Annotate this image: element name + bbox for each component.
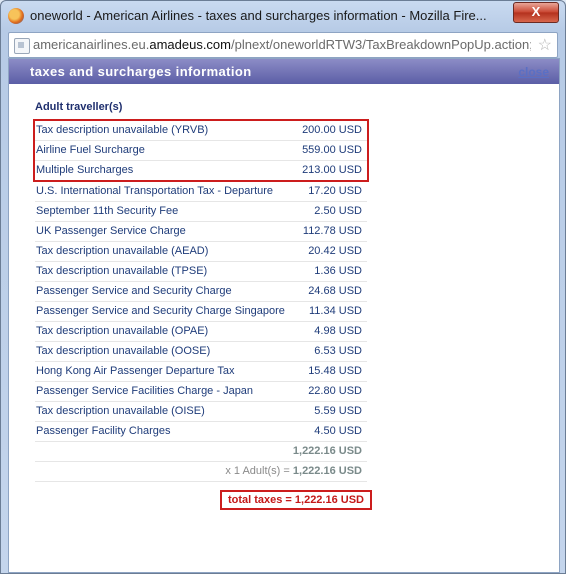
popup-title: taxes and surcharges information [30, 64, 252, 79]
firefox-icon [8, 8, 24, 24]
tax-amount: 112.78 USD [302, 225, 362, 237]
tax-row: Tax description unavailable (AEAD) 20.42 … [35, 242, 367, 262]
tax-label: Tax description unavailable (AEAD) [36, 245, 209, 257]
per-adult-amount: x 1 Adult(s) = 1,222.16 USD [225, 465, 362, 477]
per-adult-row: x 1 Adult(s) = 1,222.16 USD [35, 462, 367, 482]
tax-label: Hong Kong Air Passenger Departure Tax [36, 365, 235, 377]
bookmark-star-icon[interactable]: ☆ [538, 35, 552, 55]
total-row: total taxes = 1,222.16 USD [35, 490, 372, 516]
tax-amount: 2.50 USD [314, 205, 362, 217]
tax-row: Multiple Surcharges 213.00 USD [35, 161, 367, 180]
tax-label: Multiple Surcharges [36, 164, 134, 176]
address-bar[interactable]: americanairlines.eu.amadeus.com/plnext/o… [8, 32, 558, 58]
tax-row: Passenger Service Facilities Charge - Ja… [35, 382, 367, 402]
tax-row: U.S. International Transportation Tax - … [35, 182, 367, 202]
tax-row: September 11th Security Fee 2.50 USD [35, 202, 367, 222]
tax-label: Tax description unavailable (YRVB) [36, 124, 209, 136]
total-taxes: total taxes = 1,222.16 USD [219, 490, 372, 510]
tax-label: Airline Fuel Surcharge [36, 144, 145, 156]
tax-row: Hong Kong Air Passenger Departure Tax 15.… [35, 362, 367, 382]
popup-header: taxes and surcharges information close [9, 59, 559, 84]
tax-label: Passenger Service Facilities Charge - Ja… [36, 385, 254, 397]
tax-label: Tax description unavailable (OPAE) [36, 325, 209, 337]
site-identity-icon[interactable] [14, 38, 30, 54]
page-content: taxes and surcharges information close A… [8, 58, 560, 573]
window-close-button[interactable]: X [513, 2, 559, 23]
tax-row: Passenger Service and Security Charge Si… [35, 302, 367, 322]
tax-amount: 213.00 USD [302, 164, 362, 176]
tax-amount: 559.00 USD [302, 144, 362, 156]
tax-row: Passenger Service and Security Charge 24.… [35, 282, 367, 302]
subtotal-amount: 1,222.16 USD [292, 445, 362, 457]
tax-amount: 11.34 USD [309, 305, 362, 317]
tax-rows: U.S. International Transportation Tax - … [35, 182, 367, 442]
tax-row: Passenger Facility Charges 4.50 USD [35, 422, 367, 442]
section-title: Adult traveller(s) [35, 101, 123, 113]
tax-amount: 6.53 USD [314, 345, 362, 357]
tax-label: UK Passenger Service Charge [36, 225, 186, 237]
tax-breakdown: Adult traveller(s) Tax description unava… [33, 101, 372, 516]
tax-label: September 11th Security Fee [36, 205, 179, 217]
tax-amount: 5.59 USD [314, 405, 362, 417]
tax-amount: 4.50 USD [314, 425, 362, 437]
tax-amount: 15.48 USD [308, 365, 362, 377]
tax-row: Tax description unavailable (TPSE) 1.36 U… [35, 262, 367, 282]
tax-label: Tax description unavailable (TPSE) [36, 265, 208, 277]
tax-label: Passenger Service and Security Charge Si… [36, 305, 285, 317]
subtotal-row: 1,222.16 USD [35, 442, 367, 462]
tax-label: U.S. International Transportation Tax - … [36, 185, 274, 197]
title-bar[interactable]: oneworld - American Airlines - taxes and… [1, 1, 565, 31]
tax-amount: 20.42 USD [308, 245, 362, 257]
tax-amount: 24.68 USD [308, 285, 362, 297]
tax-row: Tax description unavailable (OPAE) 4.98 U… [35, 322, 367, 342]
tax-label: Passenger Facility Charges [36, 425, 171, 437]
window-title: oneworld - American Airlines - taxes and… [30, 8, 487, 23]
highlighted-surcharges: Tax description unavailable (YRVB) 200.00… [33, 119, 369, 182]
tax-amount: 17.20 USD [308, 185, 362, 197]
tax-row: Tax description unavailable (OOSE) 6.53 U… [35, 342, 367, 362]
browser-window: oneworld - American Airlines - taxes and… [0, 0, 566, 574]
tax-amount: 200.00 USD [302, 124, 362, 136]
url-text[interactable]: americanairlines.eu.amadeus.com/plnext/o… [33, 37, 531, 52]
tax-row: Tax description unavailable (OISE) 5.59 U… [35, 402, 367, 422]
tax-amount: 1.36 USD [314, 265, 362, 277]
tax-amount: 4.98 USD [314, 325, 362, 337]
tax-row: Tax description unavailable (YRVB) 200.00… [35, 121, 367, 141]
tax-row: UK Passenger Service Charge 112.78 USD [35, 222, 367, 242]
tax-label: Tax description unavailable (OISE) [36, 405, 205, 417]
tax-amount: 22.80 USD [308, 385, 362, 397]
tax-label: Tax description unavailable (OOSE) [36, 345, 211, 357]
close-link[interactable]: close [518, 65, 549, 79]
tax-label: Passenger Service and Security Charge [36, 285, 232, 297]
tax-row: Airline Fuel Surcharge 559.00 USD [35, 141, 367, 161]
